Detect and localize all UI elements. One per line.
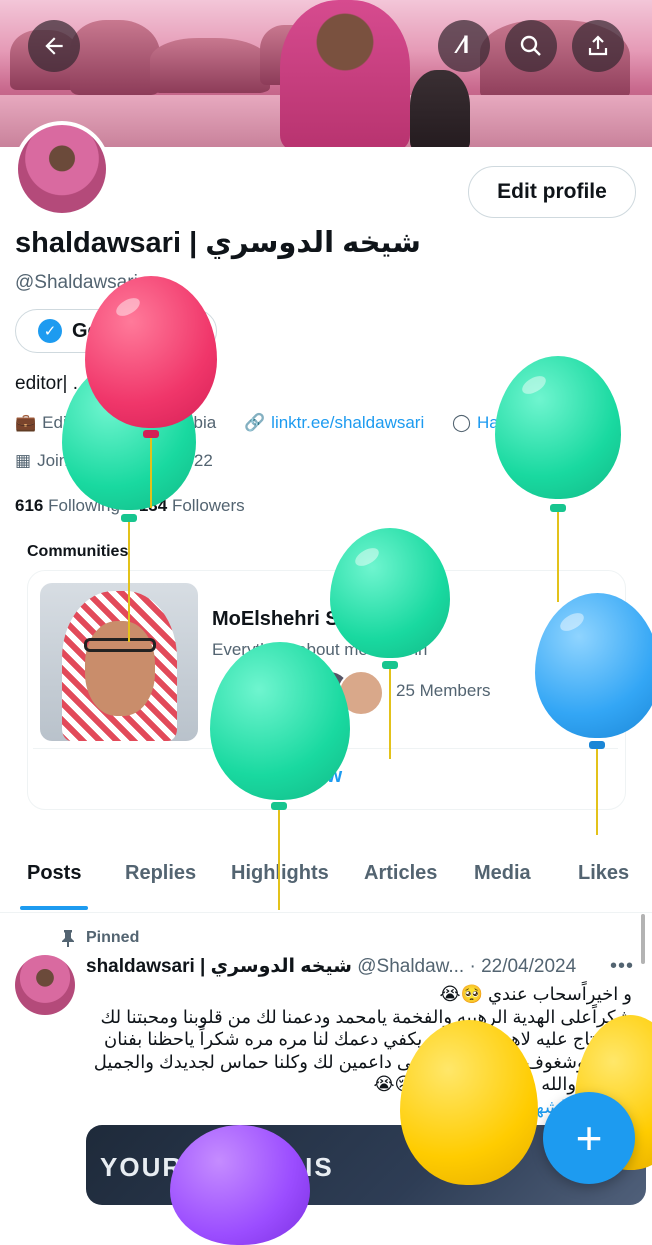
post-text: و اخيراًسحاب عندي 🥺😭 شكراًعلى الهدية الر… [86, 983, 632, 1118]
back-button[interactable] [28, 20, 80, 72]
post-header: shaldawsari | شيخه الدوسري @Shaldaw... ·… [86, 955, 576, 978]
pinned-indicator: Pinned [60, 929, 139, 947]
grok-button[interactable]: ⁄l [438, 20, 490, 72]
following-link[interactable]: 616 Following [15, 496, 120, 515]
community-image[interactable] [40, 583, 198, 741]
post-media-text: YOUR NEW ... IS [100, 1152, 334, 1182]
link-icon: 🔗 [244, 413, 266, 432]
community-description: Everything about moelshehri [212, 640, 428, 659]
followers-link[interactable]: 134 Followers [139, 496, 245, 515]
occupation-label: Editor [42, 413, 87, 432]
communities-title: Communities [27, 543, 129, 560]
member-count: 25 Members [396, 681, 491, 700]
display-name: shaldawsari | شيخه الدوسري [15, 227, 421, 259]
link-label[interactable]: linktr.ee/shaldawsari [271, 413, 424, 433]
post-author-name[interactable]: shaldawsari | شيخه الدوسري [86, 956, 352, 977]
share-button[interactable] [572, 20, 624, 72]
calendar-icon: ▦ [15, 451, 32, 470]
tab-highlights[interactable]: Highlights [231, 862, 329, 885]
grok-icon: ⁄l [458, 32, 470, 59]
location: ⌖ saudi arabia [108, 413, 216, 433]
balloon-icon: ◯ [452, 413, 472, 432]
birthday-label: Happy birthday! [477, 413, 597, 432]
get-verified-label: Get verified [72, 319, 183, 342]
post-author-avatar[interactable] [15, 955, 75, 1015]
bio-text: editor| ... | ـلـ [15, 373, 122, 394]
birthday: ◯ Happy birthday! [452, 413, 596, 433]
community-name[interactable]: MoElshehri Squad [212, 608, 386, 631]
tab-media[interactable]: Media [474, 862, 531, 885]
search-button[interactable] [505, 20, 557, 72]
scrollbar[interactable] [641, 914, 645, 964]
compose-button[interactable]: + [543, 1092, 635, 1184]
pin-icon [62, 930, 74, 947]
member-avatars [216, 670, 384, 716]
post-line-1: و اخيراًسحاب عندي 🥺😭 [439, 984, 632, 1004]
post-line-2: شكراًعلى الهدية الرهيبه والفخمة يامحمد و… [93, 1006, 632, 1095]
occupation: 💼 Editor [15, 413, 87, 433]
view-community-button[interactable]: View [297, 765, 342, 788]
briefcase-icon: 💼 [15, 413, 37, 432]
edit-profile-button[interactable]: Edit profile [468, 166, 636, 218]
tab-articles[interactable]: Articles [364, 862, 437, 885]
user-handle: @Shaldawsari [15, 272, 138, 293]
share-icon [588, 35, 608, 56]
pinned-label: Pinned [86, 929, 140, 946]
profile-banner[interactable] [0, 0, 652, 147]
profile-tabs: Posts Replies Highlights Articles Media … [0, 850, 652, 913]
profile-link[interactable]: 🔗 linktr.ee/shaldawsari [244, 413, 424, 433]
verified-badge-icon: ✓ [38, 319, 62, 343]
profile-avatar[interactable] [14, 121, 110, 217]
card-divider [33, 748, 618, 749]
tab-posts[interactable]: Posts [27, 862, 81, 885]
location-pin-icon: ⌖ [108, 413, 118, 432]
get-verified-button[interactable]: ✓ Get verified [15, 309, 217, 353]
more-options-icon[interactable]: ••• [610, 955, 634, 978]
search-icon [520, 35, 541, 56]
active-tab-indicator [20, 906, 88, 910]
arrow-left-icon [45, 37, 63, 55]
tab-replies[interactable]: Replies [125, 862, 196, 885]
location-label: saudi arabia [123, 413, 217, 432]
joined-date: ▦ Joined November 2022 [15, 451, 213, 471]
plus-icon: + [575, 1112, 603, 1164]
joined-label: Joined November 2022 [37, 451, 213, 470]
tab-likes[interactable]: Likes [578, 862, 629, 885]
follow-stats: 616 Following 134 Followers [15, 496, 245, 516]
post-handle-date[interactable]: @Shaldaw... · 22/04/2024 [357, 956, 576, 977]
